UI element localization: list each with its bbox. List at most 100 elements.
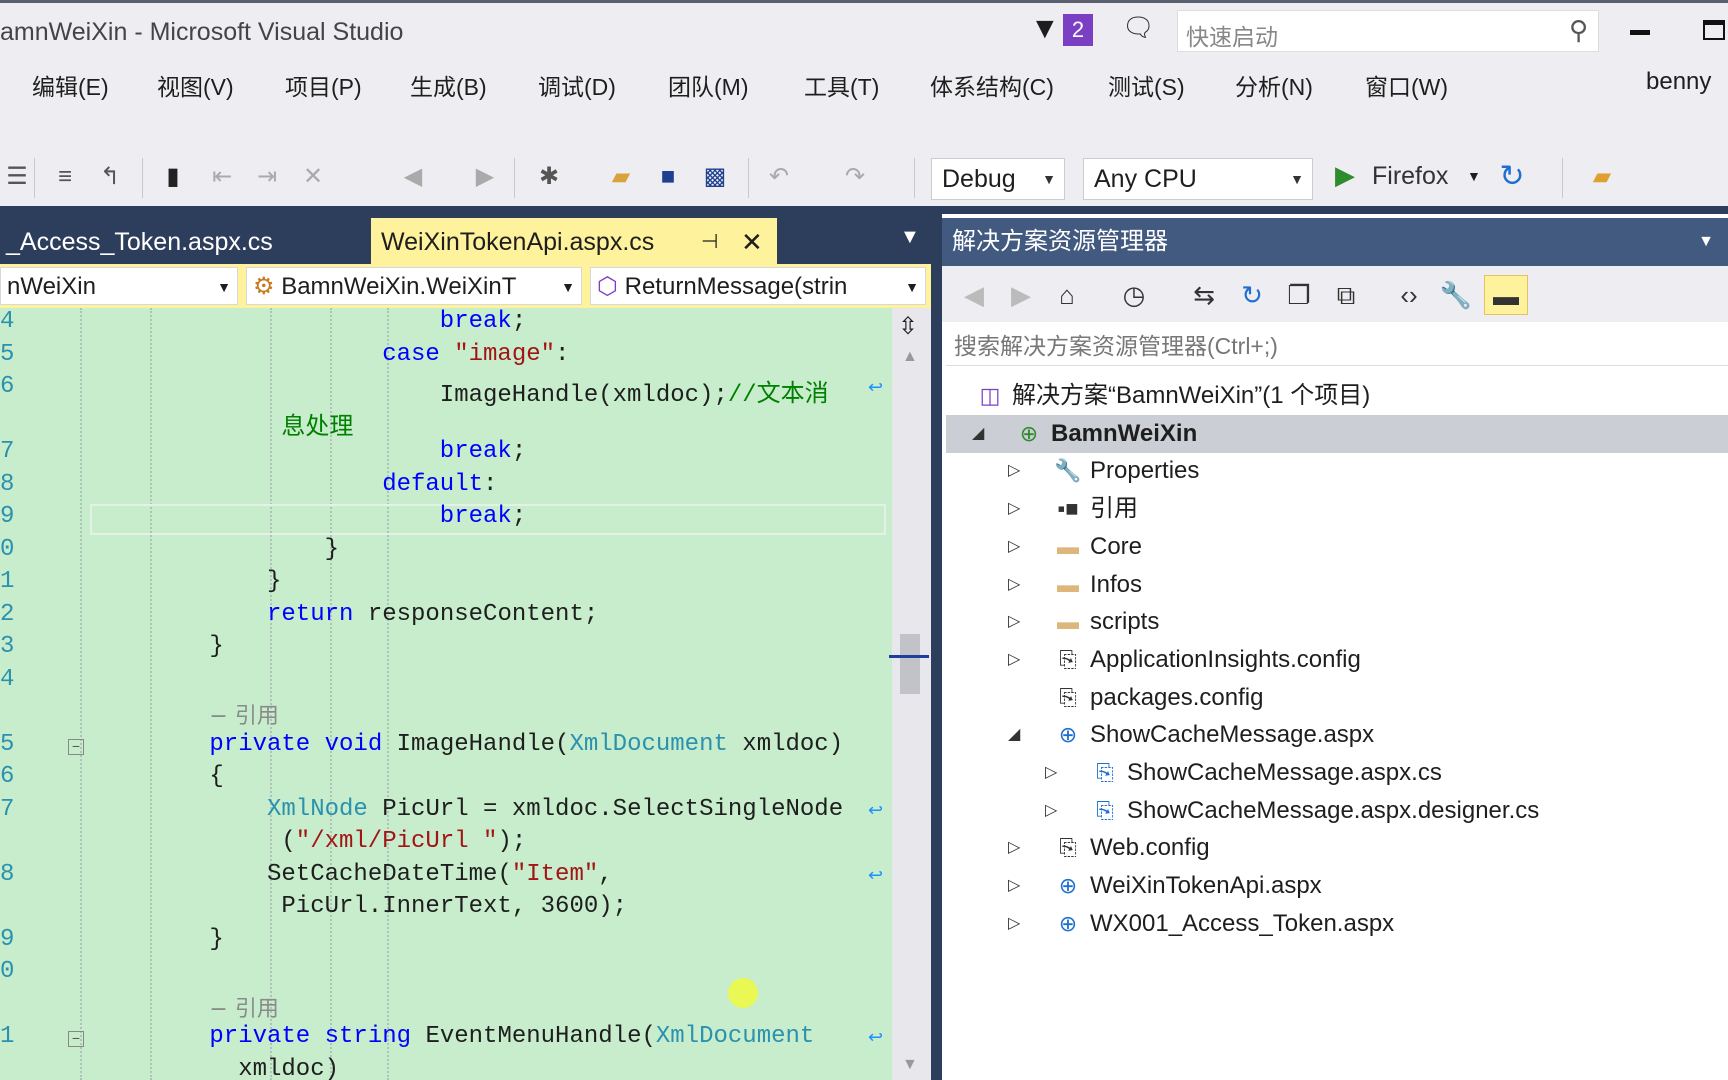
find-in-files-icon[interactable]: ▰ <box>1585 160 1619 194</box>
collapse-icon[interactable]: − <box>68 738 84 755</box>
show-all-files-icon[interactable]: ⧉ <box>1327 275 1365 315</box>
redo-icon[interactable]: ↷ <box>838 160 872 194</box>
collapsed-arrow-icon[interactable]: ▷ <box>1008 566 1020 603</box>
minimize-button[interactable] <box>1630 30 1650 35</box>
next-bookmark-icon[interactable]: ⇥ <box>250 160 284 194</box>
preview-icon[interactable]: ▬ <box>1484 275 1528 315</box>
solution-search-input[interactable]: 搜索解决方案资源管理器(Ctrl+;) <box>946 326 1728 366</box>
collapsed-arrow-icon[interactable]: ▷ <box>1008 603 1020 640</box>
outdent-icon[interactable]: ☰ <box>0 160 34 194</box>
class-dropdown[interactable]: ⚙ BamnWeiXin.WeiXinT ▼ <box>246 267 582 305</box>
sync-icon[interactable]: ⇆ <box>1185 275 1223 315</box>
back-icon[interactable]: ◀ <box>955 275 993 315</box>
pending-changes-icon[interactable]: ◷ <box>1115 275 1153 315</box>
reference-count[interactable]: − 引用 <box>209 704 278 729</box>
collapsed-arrow-icon[interactable]: ▷ <box>1045 754 1057 791</box>
expanded-arrow-icon[interactable]: ◢ <box>1008 716 1020 753</box>
bookmark-icon[interactable]: ▮ <box>156 160 190 194</box>
menu-team[interactable]: 团队(M) <box>668 68 748 102</box>
forward-icon[interactable]: ▶ <box>1002 275 1040 315</box>
filter-icon[interactable]: ▼ <box>1030 12 1060 46</box>
vertical-scrollbar[interactable]: ⇳ ▲ ▼ <box>889 308 931 1080</box>
scroll-down-icon[interactable]: ▼ <box>902 1056 918 1074</box>
collapsed-arrow-icon[interactable]: ▷ <box>1008 452 1020 489</box>
user-name[interactable]: benny <box>1646 68 1711 96</box>
collapse-icon[interactable]: − <box>68 1031 84 1047</box>
properties-icon[interactable]: 🔧 <box>1437 275 1475 315</box>
tree-item[interactable]: Infos <box>1090 566 1142 603</box>
menu-analyze[interactable]: 分析(N) <box>1235 68 1313 102</box>
menu-architecture[interactable]: 体系结构(C) <box>930 68 1054 102</box>
tab-overflow-icon[interactable]: ▼ <box>900 226 920 249</box>
menu-edit[interactable]: 编辑(E) <box>32 68 109 102</box>
clear-bookmarks-icon[interactable]: ✕ <box>296 160 330 194</box>
tree-item[interactable]: 解决方案“BamnWeiXin”(1 个项目) <box>1012 377 1370 414</box>
collapsed-arrow-icon[interactable]: ▷ <box>1008 829 1020 866</box>
member-dropdown[interactable]: ⬡ ReturnMessage(strin ▼ <box>590 267 926 305</box>
tree-item[interactable]: Web.config <box>1090 829 1210 866</box>
open-file-icon[interactable]: ▰ <box>604 160 638 194</box>
maximize-button[interactable] <box>1703 20 1725 40</box>
tree-item[interactable]: ApplicationInsights.config <box>1090 641 1361 678</box>
tree-item[interactable]: WeiXinTokenApi.aspx <box>1090 867 1322 904</box>
chevron-down-icon[interactable]: ▼ <box>1698 218 1714 266</box>
collapsed-arrow-icon[interactable]: ▷ <box>1008 867 1020 904</box>
collapse-all-icon[interactable]: ❐ <box>1280 275 1318 315</box>
refresh-icon[interactable]: ↻ <box>1233 275 1271 315</box>
uncomment-icon[interactable]: ↰ <box>93 160 127 194</box>
navigate-back-icon[interactable]: ◀ <box>396 160 430 194</box>
tree-item[interactable]: WX001_Access_Token.aspx <box>1090 905 1394 942</box>
scroll-up-icon[interactable]: ▲ <box>902 348 918 366</box>
platform-dropdown[interactable]: Any CPU ▼ <box>1083 158 1313 200</box>
menu-window[interactable]: 窗口(W) <box>1365 68 1448 102</box>
configuration-dropdown[interactable]: Debug ▼ <box>931 158 1065 200</box>
close-icon[interactable]: ✕ <box>741 218 763 266</box>
view-code-icon[interactable]: ‹› <box>1390 275 1428 315</box>
tree-item[interactable]: ShowCacheMessage.aspx <box>1090 716 1374 753</box>
menu-build[interactable]: 生成(B) <box>410 68 487 102</box>
save-icon[interactable]: ■ <box>651 160 685 194</box>
undo-icon[interactable]: ↶ <box>762 160 796 194</box>
pane-splitter[interactable] <box>931 206 942 1080</box>
notification-badge[interactable]: 2 <box>1063 14 1093 46</box>
tree-item[interactable]: BamnWeiXin <box>1051 415 1197 452</box>
save-all-icon[interactable]: ▩ <box>698 160 732 194</box>
expanded-arrow-icon[interactable]: ◢ <box>972 415 984 452</box>
split-icon[interactable]: ⇳ <box>898 312 918 341</box>
feedback-icon[interactable]: 🗨 <box>1122 12 1155 43</box>
menu-project[interactable]: 项目(P) <box>285 68 362 102</box>
tab-access-token[interactable]: _Access_Token.aspx.cs <box>0 218 365 266</box>
collapsed-arrow-icon[interactable]: ▷ <box>1008 528 1020 565</box>
quick-launch-input[interactable]: 快速启动 ⚲ <box>1177 10 1599 52</box>
reference-count[interactable]: − 引用 <box>209 997 278 1022</box>
menu-view[interactable]: 视图(V) <box>157 68 234 102</box>
chevron-down-icon[interactable]: ▼ <box>1467 168 1481 184</box>
scroll-thumb[interactable] <box>900 634 920 694</box>
collapsed-arrow-icon[interactable]: ▷ <box>1008 905 1020 942</box>
tree-item[interactable]: packages.config <box>1090 679 1263 716</box>
comment-icon[interactable]: ≡ <box>48 160 82 194</box>
collapsed-arrow-icon[interactable]: ▷ <box>1045 792 1057 829</box>
menu-test[interactable]: 测试(S) <box>1108 68 1185 102</box>
tree-item[interactable]: ShowCacheMessage.aspx.designer.cs <box>1127 792 1539 829</box>
collapsed-arrow-icon[interactable]: ▷ <box>1008 641 1020 678</box>
collapsed-arrow-icon[interactable]: ▷ <box>1008 490 1020 527</box>
refresh-icon[interactable]: ↻ <box>1495 160 1529 194</box>
prev-bookmark-icon[interactable]: ⇤ <box>205 160 239 194</box>
menu-tools[interactable]: 工具(T) <box>804 68 879 102</box>
project-dropdown[interactable]: nWeiXin ▼ <box>0 267 238 305</box>
pin-icon[interactable]: ⊣ <box>701 218 718 266</box>
tab-weixintokenapi[interactable]: WeiXinTokenApi.aspx.cs ⊣ ✕ <box>371 218 777 266</box>
tree-item[interactable]: 引用 <box>1090 490 1138 527</box>
tree-item[interactable]: ShowCacheMessage.aspx.cs <box>1127 754 1442 791</box>
home-icon[interactable]: ⌂ <box>1048 275 1086 315</box>
tree-item[interactable]: Properties <box>1090 452 1199 489</box>
tree-item[interactable]: scripts <box>1090 603 1159 640</box>
tree-item[interactable]: Core <box>1090 528 1142 565</box>
navigate-forward-icon[interactable]: ▶ <box>468 160 502 194</box>
menu-debug[interactable]: 调试(D) <box>538 68 616 102</box>
new-project-icon[interactable]: ✱ <box>532 160 566 194</box>
code-editor[interactable]: 4 break; 5 case "image": 6 ImageHandle(xmldo… <box>0 308 892 1080</box>
start-icon[interactable]: ▶ <box>1335 160 1355 191</box>
run-target-button[interactable]: Firefox <box>1372 162 1448 191</box>
